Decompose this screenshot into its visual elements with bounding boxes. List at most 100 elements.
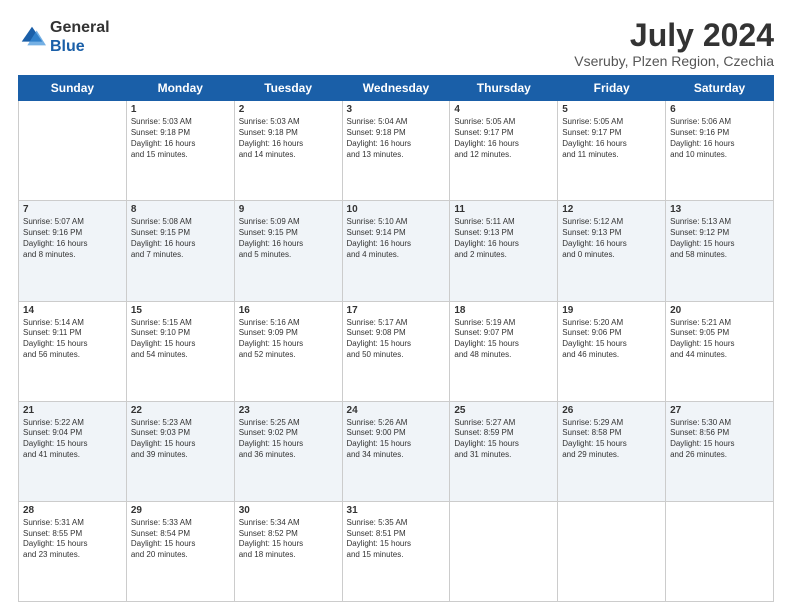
day-info: Sunrise: 5:20 AM Sunset: 9:06 PM Dayligh… <box>562 318 661 361</box>
table-row: 14Sunrise: 5:14 AM Sunset: 9:11 PM Dayli… <box>19 301 127 401</box>
day-info: Sunrise: 5:10 AM Sunset: 9:14 PM Dayligh… <box>347 217 446 260</box>
col-tuesday: Tuesday <box>234 76 342 101</box>
day-info: Sunrise: 5:22 AM Sunset: 9:04 PM Dayligh… <box>23 418 122 461</box>
table-row: 18 Sunrise: 5:19 AM Sunset: 9:07 PM Dayli… <box>450 301 558 401</box>
title-block: July 2024 Vseruby, Plzen Region, Czechia <box>574 18 774 69</box>
table-row: 5 Sunrise: 5:05 AM Sunset: 9:17 PM Daylig… <box>558 101 666 201</box>
day-info: Sunrise: 5:33 AM Sunset: 8:54 PM Dayligh… <box>131 518 230 561</box>
logo-icon <box>18 23 46 51</box>
day-info: Sunrise: 5:08 AM Sunset: 9:15 PM Dayligh… <box>131 217 230 260</box>
day-number: 7 <box>23 204 122 215</box>
table-row: 8 Sunrise: 5:08 AM Sunset: 9:15 PM Daylig… <box>126 201 234 301</box>
page: General Blue July 2024 Vseruby, Plzen Re… <box>0 0 792 612</box>
table-row <box>450 501 558 601</box>
day-info: Sunrise: 5:26 AM Sunset: 9:00 PM Dayligh… <box>347 418 446 461</box>
table-row: 6Sunrise: 5:06 AM Sunset: 9:16 PM Daylig… <box>666 101 774 201</box>
day-info: Sunrise: 5:09 AM Sunset: 9:15 PM Dayligh… <box>239 217 338 260</box>
day-info: Sunrise: 5:19 AM Sunset: 9:07 PM Dayligh… <box>454 318 553 361</box>
day-number: 20 <box>670 305 769 316</box>
table-row: 24 Sunrise: 5:26 AM Sunset: 9:00 PM Dayli… <box>342 401 450 501</box>
table-row: 12Sunrise: 5:12 AM Sunset: 9:13 PM Dayli… <box>558 201 666 301</box>
day-number: 10 <box>347 204 446 215</box>
day-info: Sunrise: 5:15 AM Sunset: 9:10 PM Dayligh… <box>131 318 230 361</box>
day-info: Sunrise: 5:05 AM Sunset: 9:17 PM Dayligh… <box>454 117 553 160</box>
day-info: Sunrise: 5:35 AM Sunset: 8:51 PM Dayligh… <box>347 518 446 561</box>
day-info: Sunrise: 5:17 AM Sunset: 9:08 PM Dayligh… <box>347 318 446 361</box>
table-row: 13Sunrise: 5:13 AM Sunset: 9:12 PM Dayli… <box>666 201 774 301</box>
day-number: 14 <box>23 305 122 316</box>
table-row: 30 Sunrise: 5:34 AM Sunset: 8:52 PM Dayli… <box>234 501 342 601</box>
col-monday: Monday <box>126 76 234 101</box>
day-info: Sunrise: 5:07 AM Sunset: 9:16 PM Dayligh… <box>23 217 122 260</box>
logo: General Blue <box>18 18 110 56</box>
day-number: 28 <box>23 505 122 516</box>
table-row <box>666 501 774 601</box>
day-number: 18 <box>454 305 553 316</box>
day-info: Sunrise: 5:27 AM Sunset: 8:59 PM Dayligh… <box>454 418 553 461</box>
day-number: 15 <box>131 305 230 316</box>
table-row: 7 Sunrise: 5:07 AM Sunset: 9:16 PM Daylig… <box>19 201 127 301</box>
day-info: Sunrise: 5:04 AM Sunset: 9:18 PM Dayligh… <box>347 117 446 160</box>
table-row: 11Sunrise: 5:11 AM Sunset: 9:13 PM Dayli… <box>450 201 558 301</box>
table-row: 2Sunrise: 5:03 AM Sunset: 9:18 PM Daylig… <box>234 101 342 201</box>
day-number: 24 <box>347 405 446 416</box>
day-info: Sunrise: 5:23 AM Sunset: 9:03 PM Dayligh… <box>131 418 230 461</box>
col-thursday: Thursday <box>450 76 558 101</box>
day-info: Sunrise: 5:03 AM Sunset: 9:18 PM Dayligh… <box>131 117 230 160</box>
calendar-week-4: 21 Sunrise: 5:22 AM Sunset: 9:04 PM Dayli… <box>19 401 774 501</box>
day-number: 17 <box>347 305 446 316</box>
day-number: 22 <box>131 405 230 416</box>
day-number: 23 <box>239 405 338 416</box>
day-info: Sunrise: 5:21 AM Sunset: 9:05 PM Dayligh… <box>670 318 769 361</box>
table-row: 26 Sunrise: 5:29 AM Sunset: 8:58 PM Dayli… <box>558 401 666 501</box>
day-info: Sunrise: 5:25 AM Sunset: 9:02 PM Dayligh… <box>239 418 338 461</box>
day-number: 13 <box>670 204 769 215</box>
day-number: 9 <box>239 204 338 215</box>
day-number: 5 <box>562 104 661 115</box>
day-info: Sunrise: 5:34 AM Sunset: 8:52 PM Dayligh… <box>239 518 338 561</box>
table-row: 4 Sunrise: 5:05 AM Sunset: 9:17 PM Daylig… <box>450 101 558 201</box>
day-info: Sunrise: 5:30 AM Sunset: 8:56 PM Dayligh… <box>670 418 769 461</box>
table-row: 27 Sunrise: 5:30 AM Sunset: 8:56 PM Dayli… <box>666 401 774 501</box>
day-number: 3 <box>347 104 446 115</box>
calendar-week-2: 7 Sunrise: 5:07 AM Sunset: 9:16 PM Daylig… <box>19 201 774 301</box>
table-row <box>19 101 127 201</box>
day-info: Sunrise: 5:06 AM Sunset: 9:16 PM Dayligh… <box>670 117 769 160</box>
calendar-table: Sunday Monday Tuesday Wednesday Thursday… <box>18 75 774 602</box>
day-info: Sunrise: 5:05 AM Sunset: 9:17 PM Dayligh… <box>562 117 661 160</box>
calendar-week-3: 14Sunrise: 5:14 AM Sunset: 9:11 PM Dayli… <box>19 301 774 401</box>
header: General Blue July 2024 Vseruby, Plzen Re… <box>18 18 774 69</box>
day-number: 30 <box>239 505 338 516</box>
day-number: 2 <box>239 104 338 115</box>
day-number: 21 <box>23 405 122 416</box>
calendar-week-5: 28 Sunrise: 5:31 AM Sunset: 8:55 PM Dayli… <box>19 501 774 601</box>
logo-general: General <box>50 19 110 36</box>
table-row: 21 Sunrise: 5:22 AM Sunset: 9:04 PM Dayli… <box>19 401 127 501</box>
day-number: 26 <box>562 405 661 416</box>
calendar-header-row: Sunday Monday Tuesday Wednesday Thursday… <box>19 76 774 101</box>
logo-text: General Blue <box>50 18 110 56</box>
day-number: 25 <box>454 405 553 416</box>
table-row: 19 Sunrise: 5:20 AM Sunset: 9:06 PM Dayli… <box>558 301 666 401</box>
col-wednesday: Wednesday <box>342 76 450 101</box>
table-row: 3 Sunrise: 5:04 AM Sunset: 9:18 PM Daylig… <box>342 101 450 201</box>
table-row: 23 Sunrise: 5:25 AM Sunset: 9:02 PM Dayli… <box>234 401 342 501</box>
table-row: 10 Sunrise: 5:10 AM Sunset: 9:14 PM Dayli… <box>342 201 450 301</box>
table-row: 22 Sunrise: 5:23 AM Sunset: 9:03 PM Dayli… <box>126 401 234 501</box>
month-year: July 2024 <box>574 18 774 53</box>
day-number: 16 <box>239 305 338 316</box>
day-number: 1 <box>131 104 230 115</box>
day-number: 29 <box>131 505 230 516</box>
day-number: 4 <box>454 104 553 115</box>
day-info: Sunrise: 5:29 AM Sunset: 8:58 PM Dayligh… <box>562 418 661 461</box>
table-row: 31Sunrise: 5:35 AM Sunset: 8:51 PM Dayli… <box>342 501 450 601</box>
day-number: 8 <box>131 204 230 215</box>
table-row: 1 Sunrise: 5:03 AM Sunset: 9:18 PM Daylig… <box>126 101 234 201</box>
logo-blue: Blue <box>50 38 85 55</box>
day-info: Sunrise: 5:11 AM Sunset: 9:13 PM Dayligh… <box>454 217 553 260</box>
day-number: 19 <box>562 305 661 316</box>
col-sunday: Sunday <box>19 76 127 101</box>
table-row: 29 Sunrise: 5:33 AM Sunset: 8:54 PM Dayli… <box>126 501 234 601</box>
day-info: Sunrise: 5:31 AM Sunset: 8:55 PM Dayligh… <box>23 518 122 561</box>
day-number: 27 <box>670 405 769 416</box>
